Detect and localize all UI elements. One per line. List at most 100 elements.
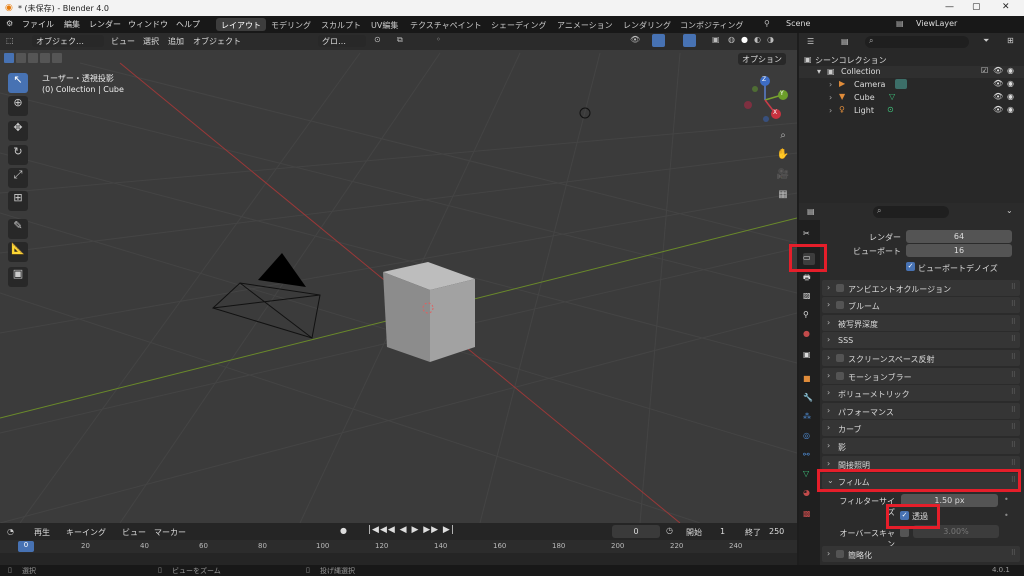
tool-settings-tab-icon[interactable]: ✂	[803, 229, 815, 241]
expand-arrow-icon[interactable]: ›	[829, 106, 832, 115]
panel-screen-space-reflections[interactable]: › スクリーンスペース反射 ⠿	[822, 350, 1020, 366]
timeline-menu-view[interactable]: ビュー	[122, 527, 146, 538]
outliner-light-row[interactable]: › ♀ Light ⊙ 👁 ◉	[799, 105, 1024, 117]
scene-tab-icon[interactable]: ⚲	[803, 310, 815, 322]
drag-handle-icon[interactable]: ⠿	[1011, 318, 1016, 326]
end-frame-value[interactable]: 250	[769, 527, 784, 536]
drag-handle-icon[interactable]: ⠿	[1011, 459, 1016, 467]
object-tab-icon[interactable]: ■	[803, 374, 815, 386]
ortho-toggle-icon[interactable]: ▦	[775, 189, 791, 205]
output-tab-icon[interactable]: 🖶	[803, 272, 815, 284]
visibility-icon[interactable]: 👁	[630, 35, 640, 44]
modifier-tab-icon[interactable]: 🔧	[803, 393, 815, 405]
outliner-filter-display-icon[interactable]: ▤	[841, 37, 849, 46]
include-checkbox-icon[interactable]: ☑	[981, 66, 988, 75]
camera-view-icon[interactable]: 🎥	[775, 169, 791, 185]
keyframe-dot-icon[interactable]: •	[1004, 511, 1009, 520]
render-camera-icon[interactable]: ◉	[1007, 79, 1014, 88]
viewport-samples-field[interactable]: 16	[906, 244, 1012, 257]
drag-handle-icon[interactable]: ⠿	[1011, 441, 1016, 449]
select-extend-icon[interactable]	[16, 53, 26, 63]
cursor-tool-icon[interactable]: ⊕	[8, 96, 28, 116]
panel-bloom[interactable]: › ブルーム ⠿	[822, 297, 1020, 313]
constraints-tab-icon[interactable]: ⚯	[803, 450, 815, 462]
tab-texture-paint[interactable]: テクスチャペイント	[405, 18, 487, 31]
xray-icon[interactable]: ▣	[712, 35, 720, 44]
3d-viewport[interactable]: ⬚ オブジェク… ビュー 選択 追加 オブジェクト グロ… ⊙ ⧉ ◦ 👁 ▣ …	[0, 33, 797, 523]
select-subtract-icon[interactable]	[28, 53, 38, 63]
zoom-view-icon[interactable]: ⌕	[775, 130, 791, 146]
timeline-menu-marker[interactable]: マーカー	[154, 527, 186, 538]
overscan-checkbox[interactable]	[900, 528, 909, 537]
drag-handle-icon[interactable]: ⠿	[1011, 406, 1016, 414]
render-camera-icon[interactable]: ◉	[1007, 92, 1014, 101]
panel-volumetrics[interactable]: › ボリューメトリック ⠿	[822, 385, 1020, 401]
timeline-menu-keying[interactable]: キーイング	[66, 527, 106, 538]
outliner-cube-row[interactable]: › ▼ Cube ▽ 👁 ◉	[799, 92, 1024, 104]
panel-enable-checkbox[interactable]	[836, 372, 844, 380]
world-tab-icon[interactable]: ●	[803, 329, 815, 341]
shading-solid-icon[interactable]: ●	[741, 35, 748, 44]
cube-object[interactable]	[383, 262, 475, 362]
panel-curves[interactable]: › カーブ ⠿	[822, 420, 1020, 436]
scene-name[interactable]: Scene	[786, 19, 810, 28]
panel-sss[interactable]: › SSS ⠿	[822, 332, 1020, 348]
panel-ambient-occlusion[interactable]: › アンビエントオクルージョン ⠿	[822, 280, 1020, 296]
shading-material-icon[interactable]: ◐	[754, 35, 761, 44]
viewport-menu-add[interactable]: 追加	[168, 36, 184, 47]
drag-handle-icon[interactable]: ⠿	[1011, 423, 1016, 431]
material-tab-icon[interactable]: ◕	[803, 488, 815, 500]
gizmo-toggle-icon[interactable]	[652, 34, 665, 47]
shading-rendered-icon[interactable]: ◑	[767, 35, 774, 44]
visibility-eye-icon[interactable]: 👁	[993, 66, 1003, 75]
particles-tab-icon[interactable]: ⁂	[803, 412, 815, 424]
transform-orientation-select[interactable]: グロ…	[318, 35, 366, 47]
tab-shading[interactable]: シェーディング	[486, 18, 551, 31]
tab-modeling[interactable]: モデリング	[266, 18, 316, 31]
start-frame-value[interactable]: 1	[720, 527, 725, 536]
drag-handle-icon[interactable]: ⠿	[1011, 371, 1016, 379]
options-chevron-icon[interactable]: ⌄	[1006, 206, 1013, 215]
data-tab-icon[interactable]: ▽	[803, 469, 815, 481]
shading-wireframe-icon[interactable]: ◍	[728, 35, 735, 44]
record-button-icon[interactable]: ●	[340, 526, 347, 535]
minimize-button[interactable]: —	[945, 2, 954, 12]
add-cube-tool-icon[interactable]: ▣	[8, 267, 28, 287]
keyframe-dot-icon[interactable]: •	[1004, 495, 1009, 504]
panel-performance[interactable]: › パフォーマンス ⠿	[822, 403, 1020, 419]
render-samples-field[interactable]: 64	[906, 230, 1012, 243]
close-button[interactable]: ✕	[1002, 2, 1010, 12]
proportional-edit-icon[interactable]: ◦	[436, 35, 441, 44]
view-layer-tab-icon[interactable]: ▨	[803, 291, 815, 303]
drag-handle-icon[interactable]: ⠿	[1011, 335, 1016, 343]
view-layer-name[interactable]: ViewLayer	[916, 19, 957, 28]
panel-shadows[interactable]: › 影 ⠿	[822, 438, 1020, 454]
tab-uv[interactable]: UV編集	[366, 18, 403, 31]
panel-enable-checkbox[interactable]	[836, 550, 844, 558]
select-tool-icon[interactable]: ↖	[8, 73, 28, 93]
visibility-eye-icon[interactable]: 👁	[993, 79, 1003, 88]
viewport-denoise-checkbox[interactable]: ✓	[906, 262, 915, 271]
panel-enable-checkbox[interactable]	[836, 354, 844, 362]
panel-simplify[interactable]: › 簡略化 ⠿	[822, 546, 1020, 562]
snap-icon[interactable]: ⧉	[397, 35, 403, 45]
panel-enable-checkbox[interactable]	[836, 284, 844, 292]
properties-search-input[interactable]	[873, 206, 949, 218]
menu-edit[interactable]: 編集	[64, 19, 80, 30]
menu-help[interactable]: ヘルプ	[176, 19, 200, 30]
maximize-button[interactable]: ▢	[972, 2, 981, 12]
rotate-tool-icon[interactable]: ↻	[8, 145, 28, 165]
transform-tool-icon[interactable]: ⊞	[8, 191, 28, 211]
pan-view-icon[interactable]: ✋	[775, 149, 791, 165]
timeline-menu-playback[interactable]: 再生	[34, 527, 50, 538]
select-invert-icon[interactable]	[40, 53, 50, 63]
render-camera-icon[interactable]: ◉	[1007, 105, 1014, 114]
camera-object[interactable]	[212, 282, 321, 339]
scale-tool-icon[interactable]: ⤢	[8, 168, 28, 188]
timeline-editor-icon[interactable]: ◔	[7, 527, 14, 536]
measure-tool-icon[interactable]: 📐	[8, 242, 28, 262]
properties-editor-icon[interactable]: ▤	[807, 207, 815, 216]
playback-controls[interactable]: |◀◀◀ ◀ ▶ ▶▶ ▶|	[368, 525, 455, 535]
drag-handle-icon[interactable]: ⠿	[1011, 549, 1016, 557]
filter-icon[interactable]: ⏷	[983, 36, 989, 46]
